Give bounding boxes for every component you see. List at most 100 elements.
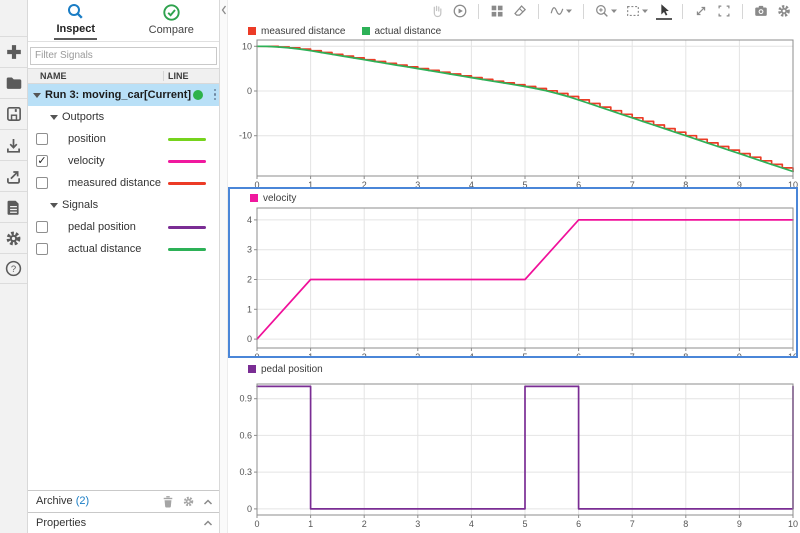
collapse-triangle-icon[interactable] bbox=[50, 203, 58, 208]
group-row-signals[interactable]: Signals bbox=[28, 194, 219, 216]
layout-button[interactable] bbox=[489, 3, 505, 19]
distance-plot-canvas[interactable]: 012345678910-10010 bbox=[228, 38, 798, 188]
signal-row-pedal-position[interactable]: pedal position bbox=[28, 216, 219, 238]
report-icon bbox=[5, 198, 22, 217]
svg-text:?: ? bbox=[11, 264, 16, 275]
run-menu-button[interactable] bbox=[214, 89, 217, 101]
pedal-position-subplot[interactable]: pedal position 01234567891000.30.60.9 bbox=[228, 362, 798, 531]
run-row[interactable]: Run 3: moving_car[Current] bbox=[28, 84, 219, 106]
chevron-down-icon bbox=[565, 8, 573, 14]
add-button[interactable] bbox=[0, 36, 27, 67]
svg-text:2: 2 bbox=[247, 275, 252, 285]
preferences-button[interactable] bbox=[0, 222, 27, 253]
filter-signals-input[interactable] bbox=[30, 47, 217, 65]
properties-label: Properties bbox=[36, 513, 86, 533]
legend-label: velocity bbox=[263, 193, 296, 204]
signal-checkbox[interactable] bbox=[36, 243, 48, 255]
cursor-select-button[interactable] bbox=[656, 2, 672, 20]
help-button[interactable]: ? bbox=[0, 253, 27, 284]
svg-text:10: 10 bbox=[788, 352, 796, 356]
signal-row-measured-distance[interactable]: measured distance bbox=[28, 172, 219, 194]
save-button[interactable] bbox=[0, 98, 27, 129]
chevron-up-icon[interactable] bbox=[203, 519, 213, 527]
legend-label: pedal position bbox=[261, 364, 323, 375]
svg-text:3: 3 bbox=[415, 519, 420, 528]
run-label: Run 3: moving_car[Current] bbox=[45, 84, 191, 106]
trash-icon[interactable] bbox=[162, 495, 174, 508]
signal-checkbox[interactable]: ✓ bbox=[36, 155, 48, 167]
signal-name: measured distance bbox=[68, 172, 161, 194]
signal-table-header: NAME LINE bbox=[28, 68, 219, 84]
fullscreen-button[interactable] bbox=[716, 3, 732, 19]
snapshot-button[interactable] bbox=[753, 3, 769, 19]
legend-swatch bbox=[248, 27, 256, 35]
settings-button[interactable] bbox=[776, 3, 792, 19]
svg-text:0: 0 bbox=[247, 504, 252, 514]
chevron-left-icon[interactable] bbox=[221, 5, 227, 15]
chevron-down-icon bbox=[610, 8, 618, 14]
svg-text:6: 6 bbox=[576, 352, 581, 356]
open-folder-icon bbox=[4, 73, 24, 93]
replay-button[interactable] bbox=[452, 3, 468, 19]
svg-text:7: 7 bbox=[630, 352, 635, 356]
signal-row-actual-distance[interactable]: actual distance bbox=[28, 238, 219, 260]
legend: velocity bbox=[230, 191, 796, 205]
pan-hand-icon bbox=[429, 3, 445, 19]
svg-text:4: 4 bbox=[247, 215, 252, 225]
pedal-plot-canvas[interactable]: 01234567891000.30.60.9 bbox=[228, 376, 798, 528]
tab-compare[interactable]: Compare bbox=[124, 0, 220, 41]
signal-checkbox[interactable] bbox=[36, 221, 48, 233]
search-icon bbox=[66, 2, 85, 21]
export-icon bbox=[4, 167, 23, 186]
collapse-triangle-icon[interactable] bbox=[33, 93, 41, 98]
zoom-in-icon bbox=[594, 3, 610, 19]
signal-checkbox[interactable] bbox=[36, 133, 48, 145]
signal-options-button[interactable] bbox=[549, 3, 573, 19]
svg-text:0: 0 bbox=[247, 86, 252, 96]
collapse-triangle-icon[interactable] bbox=[50, 115, 58, 120]
chevron-up-icon[interactable] bbox=[203, 498, 213, 506]
velocity-subplot-selected[interactable]: velocity 01234567891001234 bbox=[228, 187, 798, 358]
signal-name: actual distance bbox=[68, 238, 141, 260]
svg-text:-10: -10 bbox=[239, 131, 252, 141]
import-button[interactable] bbox=[0, 129, 27, 160]
svg-text:4: 4 bbox=[469, 352, 474, 356]
preferences-gear-icon bbox=[4, 229, 23, 248]
distance-subplot[interactable]: measured distance actual distance 012345… bbox=[228, 24, 798, 187]
svg-text:1: 1 bbox=[308, 352, 313, 356]
signal-row-position[interactable]: position bbox=[28, 128, 219, 150]
pan-tool-button[interactable] bbox=[429, 3, 445, 19]
properties-bar[interactable]: Properties bbox=[28, 512, 219, 533]
expand-button[interactable] bbox=[693, 3, 709, 19]
panel-collapse-gutter[interactable] bbox=[220, 0, 228, 533]
report-button[interactable] bbox=[0, 191, 27, 222]
zoom-button[interactable] bbox=[594, 3, 618, 19]
fullscreen-icon bbox=[716, 3, 732, 19]
tab-inspect[interactable]: Inspect bbox=[28, 0, 124, 41]
velocity-plot-canvas[interactable]: 01234567891001234 bbox=[230, 205, 796, 356]
legend-label: measured distance bbox=[261, 26, 346, 37]
signal-row-velocity[interactable]: ✓ velocity bbox=[28, 150, 219, 172]
gear-icon[interactable] bbox=[182, 495, 195, 508]
signal-checkbox[interactable] bbox=[36, 177, 48, 189]
archive-bar[interactable]: Archive (2) bbox=[28, 490, 219, 512]
clear-plots-button[interactable] bbox=[512, 3, 528, 19]
export-button[interactable] bbox=[0, 160, 27, 191]
archive-label: Archive (2) bbox=[36, 491, 89, 512]
plot-toolbar bbox=[228, 0, 800, 22]
svg-text:5: 5 bbox=[522, 519, 527, 528]
help-icon: ? bbox=[4, 259, 23, 278]
svg-text:5: 5 bbox=[522, 352, 527, 356]
chevron-down-icon bbox=[641, 8, 649, 14]
legend-entry: velocity bbox=[250, 193, 296, 204]
toolbar-separator bbox=[682, 4, 683, 19]
fit-to-view-button[interactable] bbox=[625, 3, 649, 19]
import-icon bbox=[4, 136, 23, 155]
toolbar-separator bbox=[538, 4, 539, 19]
open-button[interactable] bbox=[0, 67, 27, 98]
group-row-outports[interactable]: Outports bbox=[28, 106, 219, 128]
tab-compare-label: Compare bbox=[147, 24, 196, 39]
svg-text:2: 2 bbox=[362, 519, 367, 528]
legend-swatch bbox=[250, 194, 258, 202]
svg-text:1: 1 bbox=[308, 519, 313, 528]
